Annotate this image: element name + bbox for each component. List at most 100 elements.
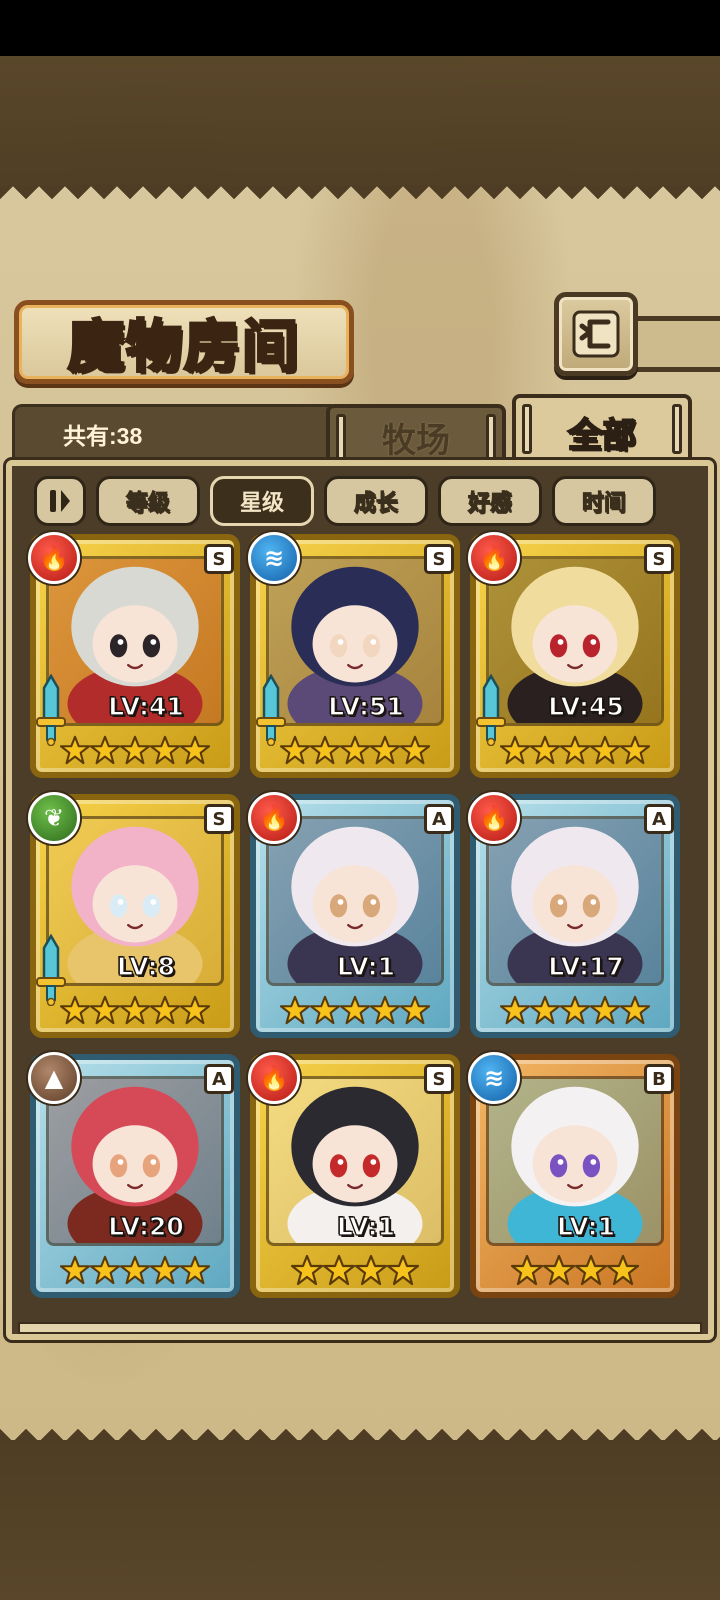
rank-badge: S — [424, 544, 454, 574]
monster-card[interactable]: ▲ A LV:20 — [28, 1052, 240, 1298]
tab-all-label: 全部 — [567, 415, 637, 457]
monster-card[interactable]: 🔥 S LV:1 — [248, 1052, 460, 1298]
monster-level: LV:17 — [548, 951, 625, 981]
panel-bottom-rail — [18, 1322, 702, 1334]
star-rating — [280, 730, 430, 770]
back-button-rail — [636, 316, 720, 372]
monster-level: LV:1 — [336, 951, 396, 981]
star-icon — [280, 735, 310, 765]
star-icon — [575, 1254, 607, 1286]
star-icon — [620, 995, 650, 1025]
star-icon — [355, 1254, 387, 1286]
star-icon — [150, 1255, 180, 1285]
page-title: 魔物房间 — [67, 312, 300, 381]
tab-farm-label: 牧场 — [382, 420, 450, 461]
monster-level: LV:45 — [548, 691, 625, 721]
sort-button-stars[interactable]: 星级 — [210, 476, 314, 526]
star-icon — [500, 995, 530, 1025]
star-icon — [120, 995, 150, 1025]
monster-level: LV:51 — [328, 691, 405, 721]
sort-bar: 等级 星级 成长 好感 时间 — [34, 476, 674, 528]
sort-button-level[interactable]: 等级 — [96, 476, 200, 526]
monster-card[interactable]: 🔥 S LV:45 — [468, 532, 680, 778]
star-icon — [607, 1254, 639, 1286]
monster-level: LV:1 — [556, 1211, 616, 1241]
star-icon — [180, 1255, 210, 1285]
star-icon — [340, 995, 370, 1025]
monster-card[interactable]: ❦ S LV:8 — [28, 792, 240, 1038]
star-icon — [590, 735, 620, 765]
star-icon — [400, 995, 430, 1025]
star-icon — [150, 735, 180, 765]
monster-level: LV:8 — [116, 951, 176, 981]
star-icon — [370, 995, 400, 1025]
star-icon — [90, 735, 120, 765]
torn-edge-top — [0, 186, 720, 212]
torn-edge-bottom — [0, 1416, 720, 1442]
star-icon — [60, 735, 90, 765]
rank-badge: S — [204, 544, 234, 574]
star-icon — [60, 995, 90, 1025]
star-rating — [280, 1250, 430, 1290]
star-icon — [180, 735, 210, 765]
star-rating — [500, 730, 650, 770]
star-icon — [340, 735, 370, 765]
star-rating — [500, 990, 650, 1030]
tab-farm[interactable]: 牧场 — [326, 404, 506, 466]
star-icon — [560, 735, 590, 765]
rank-badge: S — [204, 804, 234, 834]
fire-icon: 🔥 — [468, 792, 520, 844]
star-icon — [620, 735, 650, 765]
fire-icon: 🔥 — [248, 792, 300, 844]
tab-all[interactable]: 全部 — [512, 394, 692, 466]
rank-badge: S — [424, 1064, 454, 1094]
rank-badge: A — [644, 804, 674, 834]
monster-card[interactable]: 🔥 A LV:17 — [468, 792, 680, 1038]
star-icon — [60, 1255, 90, 1285]
monster-count: 共有:38 — [63, 422, 143, 449]
water-icon: ≋ — [468, 1052, 520, 1104]
back-button[interactable] — [554, 292, 638, 376]
star-icon — [543, 1254, 575, 1286]
monster-card[interactable]: ≋ S LV:51 — [248, 532, 460, 778]
leaf-icon: ❦ — [28, 792, 80, 844]
star-icon — [310, 735, 340, 765]
return-arrow-icon — [572, 310, 620, 358]
star-icon — [590, 995, 620, 1025]
star-icon — [120, 735, 150, 765]
rank-badge: A — [204, 1064, 234, 1094]
title-plate: 魔物房间 — [14, 300, 354, 384]
rank-badge: S — [644, 544, 674, 574]
monster-card[interactable]: ≋ B LV:1 — [468, 1052, 680, 1298]
monster-level: LV:1 — [336, 1211, 396, 1241]
star-icon — [291, 1254, 323, 1286]
star-icon — [90, 1255, 120, 1285]
rank-badge: B — [644, 1064, 674, 1094]
rank-badge: A — [424, 804, 454, 834]
sort-toggle-icon — [50, 490, 70, 512]
star-icon — [90, 995, 120, 1025]
monster-level: LV:41 — [108, 691, 185, 721]
star-icon — [530, 735, 560, 765]
tab-pillar-left — [336, 414, 346, 464]
star-rating — [60, 730, 210, 770]
monster-card[interactable]: 🔥 A LV:1 — [248, 792, 460, 1038]
star-icon — [560, 995, 590, 1025]
tab-pillar-right — [672, 404, 682, 454]
sort-order-toggle[interactable] — [34, 476, 86, 526]
monster-card[interactable]: 🔥 S LV:41 — [28, 532, 240, 778]
sort-button-growth[interactable]: 成长 — [324, 476, 428, 526]
fire-icon: 🔥 — [28, 532, 80, 584]
star-icon — [511, 1254, 543, 1286]
sort-button-affection[interactable]: 好感 — [438, 476, 542, 526]
monster-count-bar: 共有:38 — [12, 404, 332, 460]
star-icon — [400, 735, 430, 765]
sort-button-time[interactable]: 时间 — [552, 476, 656, 526]
fire-icon: 🔥 — [468, 532, 520, 584]
star-icon — [370, 735, 400, 765]
star-icon — [280, 995, 310, 1025]
star-icon — [323, 1254, 355, 1286]
star-rating — [500, 1250, 650, 1290]
background-bottom-band — [0, 1440, 720, 1600]
star-icon — [120, 1255, 150, 1285]
